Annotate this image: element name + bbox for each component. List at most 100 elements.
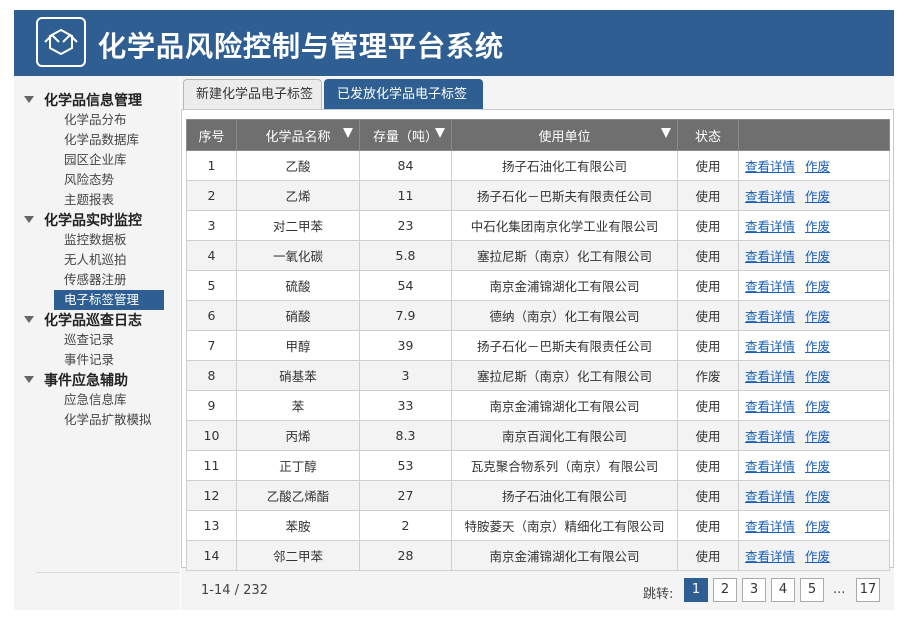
table-row: 7 甲醇 39 扬子石化－巴斯夫有限责任公司 使用 查看详情 作废 xyxy=(186,330,890,361)
table-row: 3 对二甲苯 23 中石化集团南京化学工业有限公司 使用 查看详情 作废 xyxy=(186,210,890,241)
void-link[interactable]: 作废 xyxy=(805,159,830,174)
cell-chemical-name: 苯 xyxy=(236,390,360,421)
sort-down-icon[interactable] xyxy=(661,128,671,138)
view-details-link[interactable]: 查看详情 xyxy=(745,459,795,474)
sidebar-item[interactable]: 无人机巡拍 xyxy=(54,250,164,270)
cell-index: 11 xyxy=(186,450,237,481)
page-button-last[interactable]: 17 xyxy=(856,578,880,602)
sidebar-item[interactable]: 化学品数据库 xyxy=(54,130,164,150)
sidebar-group-0[interactable]: 化学品信息管理 xyxy=(24,90,142,110)
table-row: 4 一氧化碳 5.8 塞拉尼斯（南京）化工有限公司 使用 查看详情 作废 xyxy=(186,240,890,271)
table-body: 1 乙酸 84 扬子石油化工有限公司 使用 查看详情 作废 2 乙烯 11 扬子石化－巴斯夫有限责任… xyxy=(186,150,890,571)
void-link[interactable]: 作废 xyxy=(805,369,830,384)
void-link[interactable]: 作废 xyxy=(805,489,830,504)
view-details-link[interactable]: 查看详情 xyxy=(745,369,795,384)
tab-new-tag[interactable]: 新建化学品电子标签 xyxy=(183,79,322,109)
cell-stock: 11 xyxy=(359,180,452,211)
sidebar-item[interactable]: 化学品扩散模拟 xyxy=(54,410,164,430)
void-link[interactable]: 作废 xyxy=(805,249,830,264)
view-details-link[interactable]: 查看详情 xyxy=(745,219,795,234)
sidebar-item[interactable]: 电子标签管理 xyxy=(54,290,164,310)
view-details-link[interactable]: 查看详情 xyxy=(745,549,795,564)
table-row: 10 丙烯 8.3 南京百润化工有限公司 使用 查看详情 作废 xyxy=(186,420,890,451)
cell-chemical-name: 苯胺 xyxy=(236,510,360,541)
view-details-link[interactable]: 查看详情 xyxy=(745,279,795,294)
tag-table-container: 序号 化学品名称 存量（吨） 使用单位 状态 1 乙酸 84 扬子石油化工有限公司 使用… xyxy=(181,109,894,571)
void-link[interactable]: 作废 xyxy=(805,339,830,354)
void-link[interactable]: 作废 xyxy=(805,189,830,204)
view-details-link[interactable]: 查看详情 xyxy=(745,249,795,264)
sidebar-item[interactable]: 巡查记录 xyxy=(54,330,164,350)
sidebar-group-label: 化学品实时监控 xyxy=(44,213,142,229)
void-link[interactable]: 作废 xyxy=(805,459,830,474)
col-header-name[interactable]: 化学品名称 xyxy=(236,119,360,151)
main-panel: 新建化学品电子标签 已发放化学品电子标签 序号 化学品名称 存量（吨） 使用单位… xyxy=(181,76,894,610)
sidebar-group-label: 事件应急辅助 xyxy=(44,373,128,389)
view-details-link[interactable]: 查看详情 xyxy=(745,429,795,444)
sidebar-item[interactable]: 事件记录 xyxy=(54,350,164,370)
jump-label: 跳转: xyxy=(643,587,674,602)
sidebar-item[interactable]: 传感器注册 xyxy=(54,270,164,290)
sidebar-group-1[interactable]: 化学品实时监控 xyxy=(24,210,142,230)
view-details-link[interactable]: 查看详情 xyxy=(745,159,795,174)
pagination-bar: 1-14 / 232 跳转: 12345 ... 17 xyxy=(181,572,894,610)
sidebar-group-2[interactable]: 化学品巡查日志 xyxy=(24,310,142,330)
col-header-actions xyxy=(738,119,890,151)
cell-status: 使用 xyxy=(677,150,739,181)
cell-unit: 扬子石化－巴斯夫有限责任公司 xyxy=(451,330,678,361)
cell-actions: 查看详情 作废 xyxy=(738,150,890,181)
cell-actions: 查看详情 作废 xyxy=(738,480,890,511)
cell-index: 14 xyxy=(186,540,237,571)
cell-unit: 瓦克聚合物系列（南京）有限公司 xyxy=(451,450,678,481)
cell-actions: 查看详情 作废 xyxy=(738,210,890,241)
void-link[interactable]: 作废 xyxy=(805,429,830,444)
page-button[interactable]: 2 xyxy=(713,578,737,602)
cell-index: 9 xyxy=(186,390,237,421)
void-link[interactable]: 作废 xyxy=(805,549,830,564)
page-button[interactable]: 1 xyxy=(684,578,708,602)
sidebar-item[interactable]: 园区企业库 xyxy=(54,150,164,170)
col-header-stock[interactable]: 存量（吨） xyxy=(359,119,452,151)
sidebar-item[interactable]: 主题报表 xyxy=(54,190,164,210)
view-details-link[interactable]: 查看详情 xyxy=(745,489,795,504)
sidebar-item[interactable]: 风险态势 xyxy=(54,170,164,190)
view-details-link[interactable]: 查看详情 xyxy=(745,189,795,204)
cell-index: 4 xyxy=(186,240,237,271)
cell-actions: 查看详情 作废 xyxy=(738,390,890,421)
page-button[interactable]: 3 xyxy=(742,578,766,602)
sidebar-item[interactable]: 监控数据板 xyxy=(54,230,164,250)
view-details-link[interactable]: 查看详情 xyxy=(745,399,795,414)
void-link[interactable]: 作废 xyxy=(805,279,830,294)
view-details-link[interactable]: 查看详情 xyxy=(745,309,795,324)
cell-index: 12 xyxy=(186,480,237,511)
cell-stock: 53 xyxy=(359,450,452,481)
cell-stock: 3 xyxy=(359,360,452,391)
void-link[interactable]: 作废 xyxy=(805,219,830,234)
issued-tags-table: 序号 化学品名称 存量（吨） 使用单位 状态 1 乙酸 84 扬子石油化工有限公司 使用… xyxy=(186,119,890,571)
cell-status: 使用 xyxy=(677,240,739,271)
sort-down-icon[interactable] xyxy=(343,128,353,138)
page-ellipsis: ... xyxy=(833,582,846,597)
table-row: 12 乙酸乙烯酯 27 扬子石油化工有限公司 使用 查看详情 作废 xyxy=(186,480,890,511)
void-link[interactable]: 作废 xyxy=(805,309,830,324)
sidebar-group-3[interactable]: 事件应急辅助 xyxy=(24,370,128,390)
cell-unit: 扬子石化－巴斯夫有限责任公司 xyxy=(451,180,678,211)
sidebar-item[interactable]: 化学品分布 xyxy=(54,110,164,130)
cell-index: 3 xyxy=(186,210,237,241)
page-button[interactable]: 5 xyxy=(800,578,824,602)
tab-issued-tags[interactable]: 已发放化学品电子标签 xyxy=(324,79,483,109)
cell-status: 使用 xyxy=(677,540,739,571)
sort-down-icon[interactable] xyxy=(435,128,445,138)
col-header-unit[interactable]: 使用单位 xyxy=(451,119,678,151)
cell-status: 使用 xyxy=(677,480,739,511)
view-details-link[interactable]: 查看详情 xyxy=(745,519,795,534)
page-button[interactable]: 4 xyxy=(771,578,795,602)
void-link[interactable]: 作废 xyxy=(805,399,830,414)
void-link[interactable]: 作废 xyxy=(805,519,830,534)
cell-index: 10 xyxy=(186,420,237,451)
cell-chemical-name: 硝酸 xyxy=(236,300,360,331)
sidebar-item[interactable]: 应急信息库 xyxy=(54,390,164,410)
table-row: 8 硝基苯 3 塞拉尼斯（南京）化工有限公司 作废 查看详情 作废 xyxy=(186,360,890,391)
cell-index: 8 xyxy=(186,360,237,391)
view-details-link[interactable]: 查看详情 xyxy=(745,339,795,354)
